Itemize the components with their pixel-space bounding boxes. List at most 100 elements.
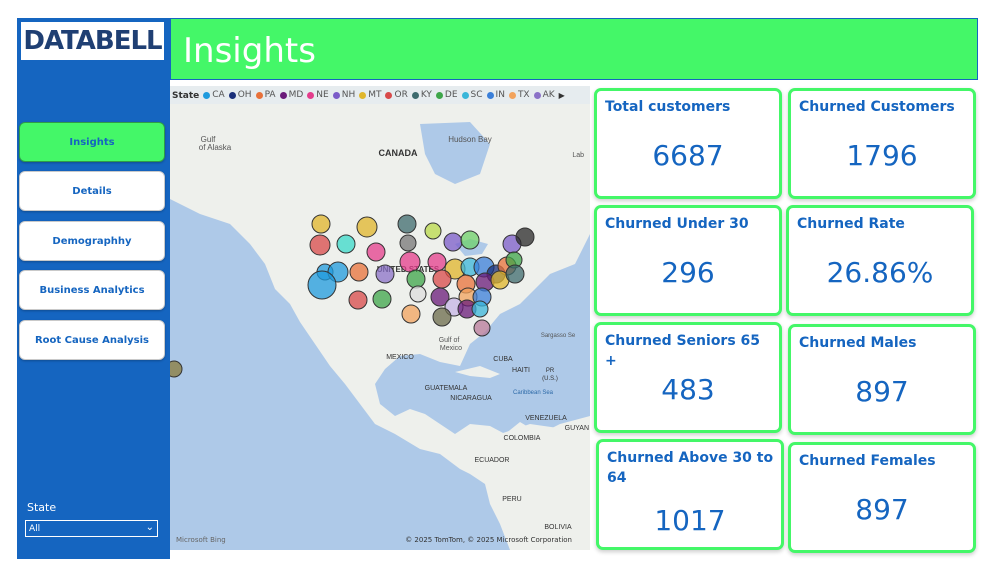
map-bubble[interactable] xyxy=(170,360,183,378)
legend-dot-icon xyxy=(228,91,236,99)
legend-item-tx[interactable]: TX xyxy=(508,90,530,100)
map-label-colombia: COLOMBIA xyxy=(504,435,541,442)
map-bubble[interactable] xyxy=(311,214,331,234)
map-bubble[interactable] xyxy=(473,319,491,337)
map-visual[interactable]: State CA OH PA MD NE NH MT OR KY DE SC IN TX AK ▶ Gul… xyxy=(170,86,590,550)
map-bubble[interactable] xyxy=(349,262,369,282)
legend-dot-icon xyxy=(435,91,443,99)
map-label-ecuador: ECUADOR xyxy=(474,457,509,464)
logo-text: DATABELL xyxy=(23,26,162,56)
map-bubble[interactable] xyxy=(443,232,463,252)
map-bubble[interactable] xyxy=(460,230,480,250)
bing-logo: Microsoft Bing xyxy=(176,536,226,544)
map-label-gulf-alaska-2: of Alaska xyxy=(199,143,232,152)
map-bubble[interactable] xyxy=(432,269,452,289)
map-bubble[interactable] xyxy=(505,264,525,284)
map-bubble[interactable] xyxy=(401,304,421,324)
legend-item-oh[interactable]: OH xyxy=(228,90,252,100)
legend-label: MD xyxy=(288,90,304,100)
nav-details-button[interactable]: Details xyxy=(19,171,165,211)
map-bubble[interactable] xyxy=(336,234,356,254)
legend-label: OR xyxy=(394,90,408,100)
map-label-pr-1: PR xyxy=(546,368,555,374)
card-title: Churned Under 30 xyxy=(605,216,749,232)
legend-label: OH xyxy=(237,90,252,100)
legend-label: DE xyxy=(444,90,458,100)
map-label-gulf-mexico-2: Mexico xyxy=(440,345,462,352)
map-canvas[interactable]: Gulf of Alaska Hudson Bay CANADA Lab UNI… xyxy=(170,104,590,550)
map-bubble[interactable] xyxy=(399,234,417,252)
legend-label: TX xyxy=(517,90,530,100)
map-bubble[interactable] xyxy=(399,251,421,273)
state-filter-value: All xyxy=(29,523,41,534)
legend-label: AK xyxy=(542,90,555,100)
nav-business-analytics-button[interactable]: Business Analytics xyxy=(19,270,165,310)
map-bubble[interactable] xyxy=(406,269,426,289)
legend-item-de[interactable]: DE xyxy=(435,90,458,100)
map-bubble[interactable] xyxy=(432,307,452,327)
legend-label: NE xyxy=(316,90,329,100)
map-bubble[interactable] xyxy=(471,300,489,318)
legend-item-ne[interactable]: NE xyxy=(307,90,329,100)
card-title: Churned Rate xyxy=(797,216,905,232)
state-filter-label: State xyxy=(27,501,57,514)
card-value: 6687 xyxy=(652,139,724,172)
card-title: Total customers xyxy=(605,99,731,115)
card-title: Churned Males xyxy=(799,335,917,351)
card-churned-seniors: Churned Seniors 65 + 483 xyxy=(594,322,782,433)
map-bubble[interactable] xyxy=(356,216,378,238)
map-label-nicaragua: NICARAGUA xyxy=(450,395,492,402)
map-bubble[interactable] xyxy=(372,289,392,309)
map-bubble[interactable] xyxy=(307,270,337,300)
map-bubble[interactable] xyxy=(397,214,417,234)
state-filter-dropdown[interactable]: All ⌄ xyxy=(25,520,158,537)
legend-item-ky[interactable]: KY xyxy=(411,90,432,100)
map-bubble[interactable] xyxy=(424,222,442,240)
card-title: Churned Above 30 to 64 xyxy=(607,450,774,486)
sidebar: DATABELL Insights Details Demographhy Bu… xyxy=(17,18,170,559)
page-header: Insights xyxy=(170,18,978,80)
map-bubble[interactable] xyxy=(515,227,535,247)
legend-item-sc[interactable]: SC xyxy=(461,90,483,100)
map-label-venezuela: VENEZUELA xyxy=(525,415,567,422)
map-label-canada: CANADA xyxy=(379,148,418,158)
nav-root-cause-button[interactable]: Root Cause Analysis xyxy=(19,320,165,360)
legend-dot-icon xyxy=(461,91,469,99)
legend-item-ak[interactable]: AK xyxy=(533,90,555,100)
map-bubble[interactable] xyxy=(409,285,427,303)
map-bubble[interactable] xyxy=(348,290,368,310)
legend-label: KY xyxy=(420,90,432,100)
legend-item-ca[interactable]: CA xyxy=(203,90,225,100)
map-label-sargasso: Sargasso Se xyxy=(541,333,576,339)
legend-item-or[interactable]: OR xyxy=(385,90,408,100)
legend-label: PA xyxy=(264,90,276,100)
card-churned-males: Churned Males 897 xyxy=(788,324,976,435)
map-label-haiti: HAITI xyxy=(512,367,530,374)
legend-item-nh[interactable]: NH xyxy=(332,90,355,100)
nav-demography-button[interactable]: Demographhy xyxy=(19,221,165,261)
legend-item-pa[interactable]: PA xyxy=(255,90,276,100)
card-value: 1017 xyxy=(654,504,726,537)
map-bubble[interactable] xyxy=(375,264,395,284)
legend-label: SC xyxy=(470,90,483,100)
map-legend: State CA OH PA MD NE NH MT OR KY DE SC IN TX AK ▶ xyxy=(172,90,565,102)
map-label-bolivia: BOLIVIA xyxy=(544,524,572,531)
legend-next-icon[interactable]: ▶ xyxy=(559,91,565,100)
nav-insights-button[interactable]: Insights xyxy=(19,122,165,162)
map-bubble[interactable] xyxy=(309,234,331,256)
legend-item-in[interactable]: IN xyxy=(486,90,505,100)
map-label-caribbean: Caribbean Sea xyxy=(513,390,554,396)
legend-item-mt[interactable]: MT xyxy=(359,90,381,100)
legend-item-md[interactable]: MD xyxy=(279,90,304,100)
legend-label: CA xyxy=(212,90,225,100)
legend-dot-icon xyxy=(332,91,340,99)
map-label-gulf-mexico-1: Gulf of xyxy=(439,337,460,344)
map-bubble[interactable] xyxy=(427,252,447,272)
legend-dot-icon xyxy=(385,91,393,99)
logo: DATABELL xyxy=(21,22,164,60)
map-bubble[interactable] xyxy=(366,242,386,262)
card-churned-customers: Churned Customers 1796 xyxy=(788,88,976,199)
card-value: 1796 xyxy=(846,139,918,172)
card-value: 897 xyxy=(855,375,909,408)
card-churned-rate: Churned Rate 26.86% xyxy=(786,205,974,316)
